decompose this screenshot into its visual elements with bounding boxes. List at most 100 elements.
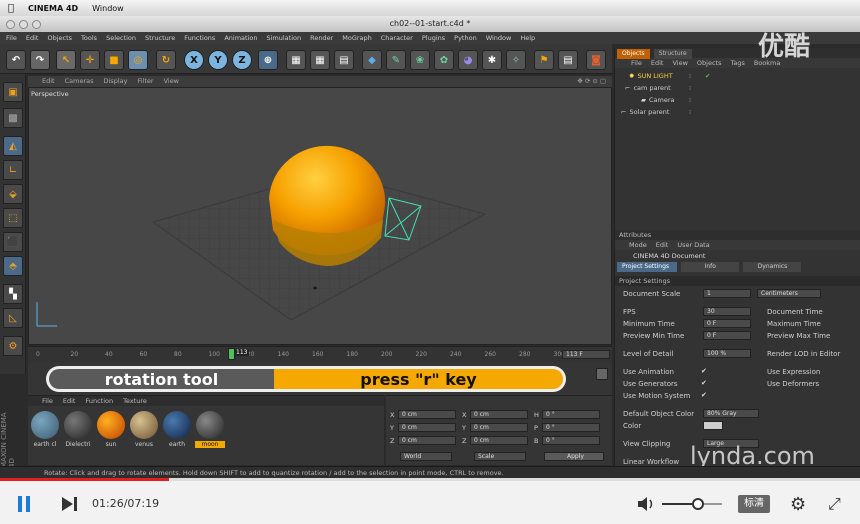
render-picture-viewer-icon[interactable]: ▦ bbox=[310, 50, 330, 70]
snap-mode-icon[interactable]: ⚙ bbox=[3, 336, 23, 356]
spline-icon[interactable]: ✎ bbox=[386, 50, 406, 70]
menu-tools[interactable]: Tools bbox=[81, 32, 97, 44]
timeline-ruler[interactable]: 0204060801001201401601802002202402602803… bbox=[28, 346, 612, 362]
edges-mode-icon[interactable]: ⬚ bbox=[3, 208, 23, 228]
tab-info[interactable]: Info bbox=[681, 262, 740, 272]
attributes-menu-user-data[interactable]: User Data bbox=[677, 240, 709, 250]
last-tool-icon[interactable]: ↻ bbox=[156, 50, 176, 70]
particles-icon[interactable]: ✧ bbox=[506, 50, 526, 70]
workplane-icon[interactable]: ◺ bbox=[3, 308, 23, 328]
tab-dynamics[interactable]: Dynamics bbox=[743, 262, 802, 272]
visibility-dots-icon[interactable]: ⁝ bbox=[689, 106, 691, 118]
material-swatch[interactable]: Dielectri bbox=[63, 410, 93, 450]
scale-tool-icon[interactable]: ■ bbox=[104, 50, 124, 70]
cube-icon[interactable]: ◆ bbox=[362, 50, 382, 70]
visibility-dots-icon[interactable]: ⁝ bbox=[689, 70, 691, 82]
object-row[interactable]: ✹ SUN LIGHT ⁝ ✔ bbox=[615, 70, 860, 82]
tab-project-settings[interactable]: Project Settings bbox=[617, 262, 677, 272]
coord-field[interactable]: 0 cm bbox=[470, 436, 528, 445]
objects-menu-file[interactable]: File bbox=[631, 58, 642, 68]
nurbs-icon[interactable]: ❀ bbox=[410, 50, 430, 70]
world-dropdown[interactable]: World bbox=[400, 452, 452, 461]
coord-field[interactable]: 0 ° bbox=[542, 410, 600, 419]
volume-icon[interactable] bbox=[636, 495, 656, 513]
attributes-menu-edit[interactable]: Edit bbox=[656, 240, 669, 250]
menu-functions[interactable]: Functions bbox=[184, 32, 215, 44]
objects-menu-edit[interactable]: Edit bbox=[651, 58, 664, 68]
viewport-menu-cameras[interactable]: Cameras bbox=[65, 76, 94, 87]
document-scale-field[interactable]: 1 bbox=[703, 289, 751, 298]
x-axis-lock-icon[interactable]: X bbox=[184, 50, 204, 70]
material-menu-function[interactable]: Function bbox=[85, 396, 113, 406]
material-swatch[interactable]: earth cl bbox=[30, 410, 60, 450]
soft-selection-icon[interactable]: ⬘ bbox=[3, 256, 23, 276]
menu-plugins[interactable]: Plugins bbox=[422, 32, 445, 44]
menu-render[interactable]: Render bbox=[310, 32, 333, 44]
snap-icon[interactable]: ⚑ bbox=[534, 50, 554, 70]
minimize-window-button[interactable] bbox=[19, 20, 28, 29]
menu-python[interactable]: Python bbox=[454, 32, 477, 44]
menu-simulation[interactable]: Simulation bbox=[266, 32, 301, 44]
material-menu-texture[interactable]: Texture bbox=[123, 396, 147, 406]
make-editable-icon[interactable]: ▣ bbox=[3, 82, 23, 102]
z-axis-lock-icon[interactable]: Z bbox=[232, 50, 252, 70]
quality-button[interactable]: 标清 bbox=[738, 495, 770, 513]
model-mode-icon[interactable]: ◭ bbox=[3, 136, 23, 156]
zoom-window-button[interactable] bbox=[32, 20, 41, 29]
coord-field[interactable]: 0 cm bbox=[398, 410, 456, 419]
attributes-menu-mode[interactable]: Mode bbox=[629, 240, 647, 250]
checker-icon[interactable]: ▚ bbox=[3, 284, 23, 304]
default-color-dropdown[interactable]: 80% Gray bbox=[703, 409, 759, 418]
menu-selection[interactable]: Selection bbox=[106, 32, 136, 44]
menu-edit[interactable]: Edit bbox=[26, 32, 39, 44]
y-axis-lock-icon[interactable]: Y bbox=[208, 50, 228, 70]
video-progress-bar[interactable] bbox=[0, 478, 169, 481]
material-swatch[interactable]: sun bbox=[96, 410, 126, 450]
use-generators-checkbox[interactable]: ✔ bbox=[701, 379, 707, 387]
python-icon[interactable]: ◙ bbox=[586, 50, 606, 70]
polygons-mode-icon[interactable]: ⬛ bbox=[3, 232, 23, 252]
objects-menu-tags[interactable]: Tags bbox=[730, 58, 744, 68]
visibility-dots-icon[interactable]: ⁝ bbox=[689, 82, 691, 94]
undo-icon[interactable]: ↶ bbox=[6, 50, 26, 70]
menu-structure[interactable]: Structure bbox=[145, 32, 175, 44]
array-icon[interactable]: ✿ bbox=[434, 50, 454, 70]
coord-field[interactable]: 0 cm bbox=[398, 436, 456, 445]
points-mode-icon[interactable]: ⬙ bbox=[3, 184, 23, 204]
apply-button[interactable]: Apply bbox=[544, 452, 604, 461]
objects-menu-view[interactable]: View bbox=[672, 58, 687, 68]
material-swatch[interactable]: venus bbox=[129, 410, 159, 450]
volume-knob[interactable] bbox=[692, 498, 704, 510]
perspective-viewport[interactable]: Perspective bbox=[28, 87, 612, 345]
scale-unit-dropdown[interactable]: Centimeters bbox=[757, 289, 821, 298]
fullscreen-icon[interactable]: ⤢ bbox=[828, 494, 841, 514]
coord-field[interactable]: 0 cm bbox=[470, 410, 528, 419]
coordinate-system-icon[interactable]: ⊕ bbox=[258, 50, 278, 70]
render-view-icon[interactable]: ▦ bbox=[286, 50, 306, 70]
move-tool-icon[interactable]: ✛ bbox=[80, 50, 100, 70]
viewport-menu-edit[interactable]: Edit bbox=[42, 76, 55, 87]
material-swatch[interactable]: earth bbox=[162, 410, 192, 450]
menu-mograph[interactable]: MoGraph bbox=[342, 32, 372, 44]
window-menu[interactable]: Window bbox=[92, 4, 124, 13]
menu-animation[interactable]: Animation bbox=[224, 32, 257, 44]
object-axis-icon[interactable]: ∟ bbox=[3, 160, 23, 180]
viewport-menu-view[interactable]: View bbox=[164, 76, 179, 87]
layout-icon[interactable]: ▤ bbox=[558, 50, 578, 70]
objects-menu-objects[interactable]: Objects bbox=[697, 58, 722, 68]
menu-file[interactable]: File bbox=[6, 32, 17, 44]
texture-mode-icon[interactable]: ▩ bbox=[3, 108, 23, 128]
object-row[interactable]: ▰ Camera ⁝ bbox=[615, 94, 860, 106]
deformer-icon[interactable]: ◕ bbox=[458, 50, 478, 70]
render-settings-icon[interactable]: ▤ bbox=[334, 50, 354, 70]
volume-slider[interactable] bbox=[662, 498, 722, 510]
minimum-time-field[interactable]: 0 F bbox=[703, 319, 751, 328]
app-menu[interactable]: CINEMA 4D bbox=[28, 4, 78, 13]
object-row[interactable]: ⌐ cam parent ⁝ bbox=[615, 82, 860, 94]
end-frame-field[interactable]: 113 F bbox=[562, 350, 610, 359]
coord-field[interactable]: 0 cm bbox=[470, 423, 528, 432]
viewport-menu-display[interactable]: Display bbox=[104, 76, 128, 87]
pause-icon[interactable] bbox=[18, 496, 32, 512]
coord-field[interactable]: 0 cm bbox=[398, 423, 456, 432]
scene-icon[interactable]: ✱ bbox=[482, 50, 502, 70]
